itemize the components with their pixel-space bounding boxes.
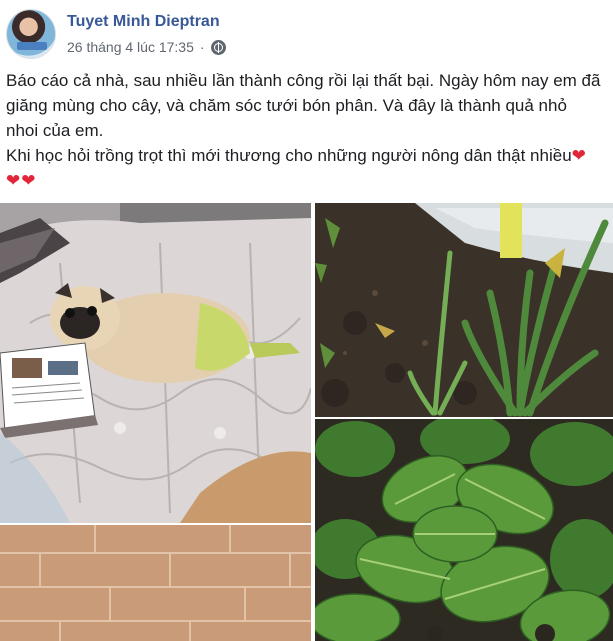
globe-icon[interactable]: [210, 39, 226, 55]
caption-line: giăng mùng cho cây, và chăm sóc tưới bón…: [6, 96, 567, 115]
caption-hearts: ❤❤: [6, 171, 37, 190]
author-avatar[interactable]: [6, 9, 56, 59]
photo-grid: [0, 203, 613, 641]
photo-green-onions[interactable]: [315, 203, 613, 417]
post-timestamp[interactable]: 26 tháng 4 lúc 17:35: [67, 39, 194, 55]
photo-brick-wall[interactable]: [0, 525, 311, 641]
caption-line: nhoi của em.: [6, 121, 104, 140]
meta-separator: ·: [199, 39, 205, 55]
post-header: Tuyet Minh Dieptran 26 tháng 4 lúc 17:35…: [0, 0, 613, 64]
author-name[interactable]: Tuyet Minh Dieptran: [67, 13, 220, 31]
post-caption: Báo cáo cả nhà, sau nhiều lần thành công…: [6, 68, 613, 193]
facebook-post: Tuyet Minh Dieptran 26 tháng 4 lúc 17:35…: [0, 0, 613, 641]
caption-line: Báo cáo cả nhà, sau nhiều lần thành công…: [6, 71, 601, 90]
photo-pug-on-bed[interactable]: [0, 203, 311, 523]
caption-line: Khi học hỏi trồng trọt thì mới thương ch…: [6, 146, 587, 165]
heart-emoji: ❤: [571, 146, 587, 165]
post-meta: 26 tháng 4 lúc 17:35 ·: [67, 39, 226, 55]
photo-spinach[interactable]: [315, 419, 613, 641]
